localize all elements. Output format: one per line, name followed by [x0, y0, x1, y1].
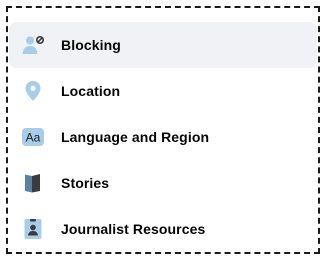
- menu-item-blocking[interactable]: Blocking: [9, 22, 317, 68]
- menu-item-journalist-resources[interactable]: Journalist Resources: [9, 206, 317, 252]
- location-pin-icon: [21, 79, 45, 103]
- menu-item-label: Journalist Resources: [61, 221, 206, 237]
- menu-item-location[interactable]: Location: [9, 68, 317, 114]
- settings-menu: Blocking Location Aa Language and Region…: [9, 22, 317, 252]
- menu-item-language-region[interactable]: Aa Language and Region: [9, 114, 317, 160]
- aa-text-icon: Aa: [21, 125, 45, 149]
- menu-item-label: Language and Region: [61, 129, 210, 145]
- menu-item-label: Blocking: [61, 37, 121, 53]
- menu-item-label: Location: [61, 83, 121, 99]
- id-badge-icon: [21, 217, 45, 241]
- book-icon: [21, 171, 45, 195]
- menu-item-stories[interactable]: Stories: [9, 160, 317, 206]
- user-block-icon: [21, 33, 45, 57]
- menu-item-label: Stories: [61, 175, 110, 191]
- aa-text-glyph: Aa: [26, 131, 41, 145]
